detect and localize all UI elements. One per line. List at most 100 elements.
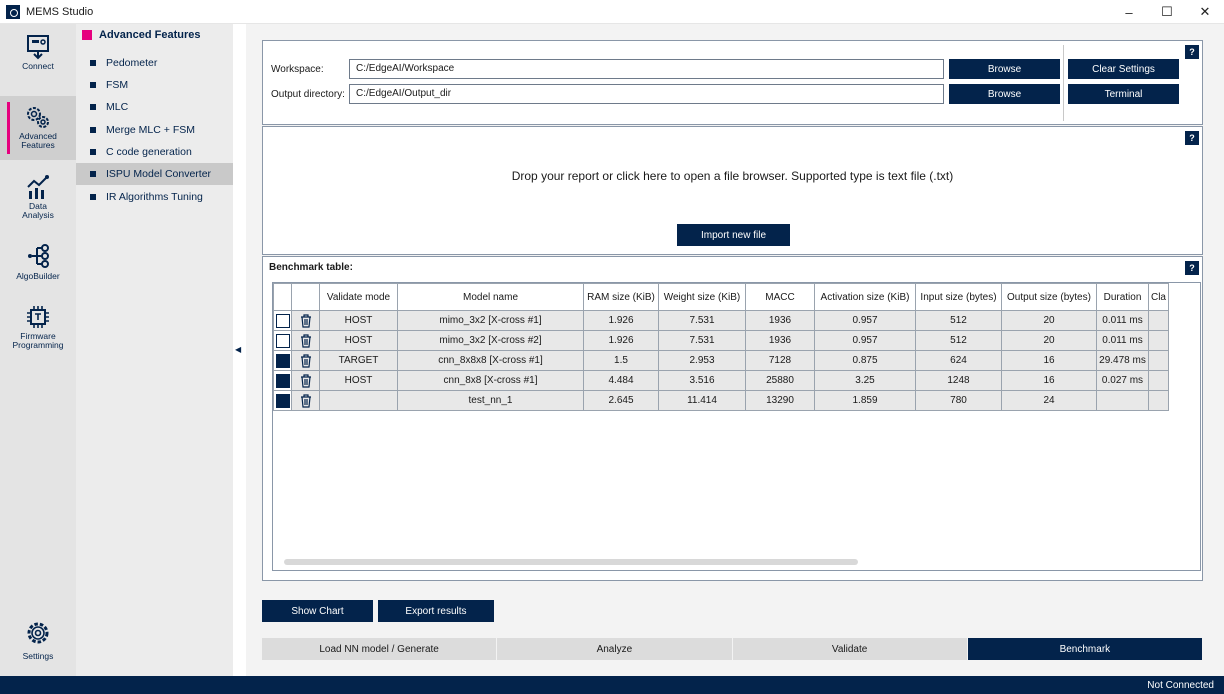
submenu-header: Advanced Features (82, 29, 200, 41)
tab-analyze[interactable]: Analyze (497, 638, 733, 660)
column-header-select[interactable] (273, 283, 292, 311)
cell-duration: 0.011 ms (1096, 330, 1149, 351)
column-header-macc[interactable]: MACC (745, 283, 815, 311)
cell-weight-size: 7.531 (658, 330, 746, 351)
output-directory-field[interactable]: C:/EdgeAI/Output_dir (349, 84, 944, 104)
tab-load-nn-model[interactable]: Load NN model / Generate (262, 638, 498, 660)
browse-workspace-button[interactable]: Browse (949, 59, 1060, 79)
rail-item-firmware-programming[interactable]: Firmware Programming (0, 304, 76, 366)
rail-item-data-analysis[interactable]: Data Analysis (0, 174, 76, 234)
cell-activation-size: 3.25 (814, 370, 916, 391)
submenu-item-c-code-generation[interactable]: C code generation (76, 141, 233, 163)
row-delete-cell[interactable] (291, 370, 320, 391)
row-select-cell[interactable] (273, 310, 292, 331)
cell-output-size: 16 (1001, 350, 1097, 371)
cell-class (1148, 390, 1169, 411)
submenu-item-merge-mlc-fsm[interactable]: Merge MLC + FSM (76, 119, 233, 141)
table-row[interactable]: HOST mimo_3x2 [X-cross #1] 1.926 7.531 1… (273, 310, 1169, 331)
tab-validate[interactable]: Validate (732, 638, 968, 660)
trash-icon[interactable] (300, 373, 312, 388)
clear-settings-button[interactable]: Clear Settings (1068, 59, 1179, 79)
submenu-item-fsm[interactable]: FSM (76, 74, 233, 96)
workspace-field[interactable]: C:/EdgeAI/Workspace (349, 59, 944, 79)
cell-macc: 13290 (745, 390, 815, 411)
column-header-class[interactable]: Cla (1148, 283, 1169, 311)
export-results-button[interactable]: Export results (378, 600, 494, 622)
workflow-tabs: Load NN model / Generate Analyze Validat… (262, 638, 1203, 660)
column-header-model-name[interactable]: Model name (397, 283, 584, 311)
row-select-cell[interactable] (273, 370, 292, 391)
rail-item-advanced-features[interactable]: Advanced Features (0, 96, 76, 160)
workspace-help-button[interactable]: ? (1185, 45, 1199, 59)
rail-label-advanced-features: Advanced Features (19, 131, 57, 150)
table-row[interactable]: HOST cnn_8x8 [X-cross #1] 4.484 3.516 25… (273, 370, 1169, 391)
benchmark-table: Validate mode Model name RAM size (KiB) … (273, 283, 1169, 411)
rail-item-algobuilder[interactable]: AlgoBuilder (0, 242, 76, 292)
column-header-duration[interactable]: Duration (1096, 283, 1149, 311)
rail-item-connect[interactable]: Connect (0, 34, 76, 94)
trash-icon[interactable] (300, 333, 312, 348)
column-header-delete[interactable] (291, 283, 320, 311)
row-checkbox[interactable] (275, 373, 290, 388)
bullet-icon (90, 60, 96, 66)
cell-output-size: 16 (1001, 370, 1097, 391)
connect-icon (27, 35, 49, 60)
rail-label-settings: Settings (22, 651, 54, 661)
column-header-activation-size[interactable]: Activation size (KiB) (814, 283, 916, 311)
cell-activation-size: 0.875 (814, 350, 916, 371)
column-header-output-size[interactable]: Output size (bytes) (1001, 283, 1097, 311)
row-checkbox[interactable] (275, 333, 290, 348)
cell-activation-size: 0.957 (814, 330, 916, 351)
dropzone-help-button[interactable]: ? (1185, 131, 1199, 145)
import-new-file-button[interactable]: Import new file (677, 224, 790, 246)
table-row[interactable]: test_nn_1 2.645 11.414 13290 1.859 780 2… (273, 390, 1169, 411)
table-row[interactable]: HOST mimo_3x2 [X-cross #2] 1.926 7.531 1… (273, 330, 1169, 351)
maximize-button[interactable]: ☐ (1148, 0, 1186, 24)
cell-input-size: 780 (915, 390, 1002, 411)
row-delete-cell[interactable] (291, 310, 320, 331)
trash-icon[interactable] (300, 353, 312, 368)
submenu-item-ir-algorithms-tuning[interactable]: IR Algorithms Tuning (76, 186, 233, 208)
row-select-cell[interactable] (273, 330, 292, 351)
rail-item-settings[interactable]: Settings (0, 620, 76, 670)
row-select-cell[interactable] (273, 350, 292, 371)
submenu-item-ispu-model-converter[interactable]: ISPU Model Converter (76, 163, 233, 185)
cell-output-size: 24 (1001, 390, 1097, 411)
row-checkbox[interactable] (275, 313, 290, 328)
browse-output-button[interactable]: Browse (949, 84, 1060, 104)
column-header-validate-mode[interactable]: Validate mode (319, 283, 398, 311)
benchmark-title: Benchmark table: (269, 262, 353, 273)
table-row[interactable]: TARGET cnn_8x8x8 [X-cross #1] 1.5 2.953 … (273, 350, 1169, 371)
row-select-cell[interactable] (273, 390, 292, 411)
tab-benchmark[interactable]: Benchmark (967, 638, 1203, 660)
benchmark-table-container[interactable]: Validate mode Model name RAM size (KiB) … (272, 282, 1201, 571)
cell-weight-size: 3.516 (658, 370, 746, 391)
minimize-button[interactable]: – (1110, 0, 1148, 24)
close-button[interactable]: ✕ (1186, 0, 1224, 24)
show-chart-button[interactable]: Show Chart (262, 600, 373, 622)
column-header-input-size[interactable]: Input size (bytes) (915, 283, 1002, 311)
column-header-weight-size[interactable]: Weight size (KiB) (658, 283, 746, 311)
table-horizontal-scrollbar[interactable] (284, 559, 858, 565)
collapse-sidebar-icon[interactable]: ◀ (235, 345, 241, 354)
submenu-item-pedometer[interactable]: Pedometer (76, 52, 233, 74)
cell-activation-size: 1.859 (814, 390, 916, 411)
row-checkbox[interactable] (275, 393, 290, 408)
column-header-ram-size[interactable]: RAM size (KiB) (583, 283, 659, 311)
row-delete-cell[interactable] (291, 330, 320, 351)
cell-ram-size: 4.484 (583, 370, 659, 391)
benchmark-help-button[interactable]: ? (1185, 261, 1199, 275)
trash-icon[interactable] (300, 313, 312, 328)
settings-gear-icon (27, 622, 49, 644)
terminal-button[interactable]: Terminal (1068, 84, 1179, 104)
row-checkbox[interactable] (275, 353, 290, 368)
submenu-item-label: Merge MLC + FSM (106, 124, 195, 136)
cell-class (1148, 350, 1169, 371)
cell-class (1148, 330, 1169, 351)
algobuilder-icon (28, 244, 49, 268)
row-delete-cell[interactable] (291, 350, 320, 371)
report-drop-zone[interactable]: ? Drop your report or click here to open… (262, 126, 1203, 255)
submenu-item-mlc[interactable]: MLC (76, 96, 233, 118)
row-delete-cell[interactable] (291, 390, 320, 411)
trash-icon[interactable] (300, 393, 312, 408)
